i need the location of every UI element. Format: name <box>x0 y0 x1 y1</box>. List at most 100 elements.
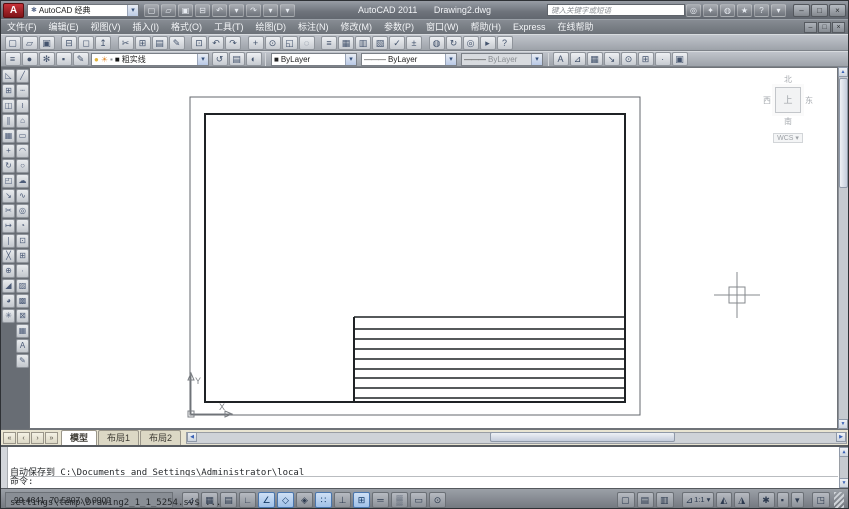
modify-button-copy[interactable]: ⊞ <box>2 84 15 98</box>
viewcube-wcs-menu[interactable]: WCS ▾ <box>773 133 803 143</box>
qat-button-plot[interactable]: ⊟ <box>195 3 210 17</box>
layers-button-layer-isolate[interactable]: ◐ <box>245 52 262 66</box>
linetype-dropdown[interactable]: ——— ByLayer ▾ <box>361 52 457 66</box>
draw-button-circle[interactable]: ○ <box>16 159 29 173</box>
toolbar-button-cut[interactable]: ✂ <box>117 35 134 50</box>
modify-button-explode[interactable]: ✳ <box>2 309 15 323</box>
draw-button-hatch[interactable]: ▨ <box>16 279 29 293</box>
toolbar-button-help[interactable]: ? <box>496 35 513 50</box>
qat-button-save[interactable]: ▣ <box>178 3 193 17</box>
toolbar-button-render[interactable]: ◍ <box>428 35 445 50</box>
viewcube-top-face[interactable]: 上 <box>775 87 801 113</box>
menu-help[interactable]: 帮助(H) <box>465 20 508 35</box>
titlebar-icon-favorites[interactable]: ★ <box>737 3 752 17</box>
toolbar-button-paste[interactable]: ▤ <box>151 35 168 50</box>
qat-button-open[interactable]: ▱ <box>161 3 176 17</box>
menu-insert[interactable]: 插入(I) <box>127 20 166 35</box>
draw-button-gradient[interactable]: ▩ <box>16 294 29 308</box>
styles-button-point-style[interactable]: ∙ <box>654 52 671 66</box>
modify-button-erase[interactable]: ◺ <box>2 69 15 83</box>
command-window-grip[interactable] <box>1 447 8 488</box>
draw-button-add-selected[interactable]: ✎ <box>16 354 29 368</box>
viewcube-west[interactable]: 西 <box>763 95 771 106</box>
titlebar-icon-subscription-center[interactable]: ✦ <box>703 3 718 17</box>
qat-button-redo[interactable]: ↷ <box>246 3 261 17</box>
titlebar-icon-help[interactable]: ? <box>754 3 769 17</box>
workspace-dropdown-arrow-icon[interactable]: ▾ <box>127 4 138 16</box>
modify-button-trim[interactable]: ✂ <box>2 204 15 218</box>
lineweight-dropdown-arrow-icon[interactable]: ▾ <box>531 53 542 65</box>
modify-button-break[interactable]: ╳ <box>2 249 15 263</box>
tab-layout2[interactable]: 布局2 <box>140 430 182 445</box>
qat-button-undo[interactable]: ↶ <box>212 3 227 17</box>
command-scrollbar[interactable]: ▲ ▼ <box>839 447 848 488</box>
menu-file[interactable]: 文件(F) <box>1 20 43 35</box>
modify-button-chamfer[interactable]: ◢ <box>2 279 15 293</box>
modify-button-offset[interactable]: ∥ <box>2 114 15 128</box>
modify-button-array[interactable]: ▦ <box>2 129 15 143</box>
toolbar-button-steering-wheel[interactable]: ◎ <box>462 35 479 50</box>
modify-button-fillet[interactable]: ◕ <box>2 294 15 308</box>
titlebar-icon-communication-center[interactable]: ◍ <box>720 3 735 17</box>
draw-button-polyline[interactable]: ≀ <box>16 99 29 113</box>
menu-dimension[interactable]: 标注(N) <box>292 20 335 35</box>
draw-button-multiline-text[interactable]: A <box>16 339 29 353</box>
modify-button-scale[interactable]: ◰ <box>2 174 15 188</box>
qat-button-redo-menu[interactable]: ▾ <box>263 3 278 17</box>
qat-button-undo-menu[interactable]: ▾ <box>229 3 244 17</box>
tab-nav-button-previous[interactable]: ‹ <box>17 431 30 444</box>
draw-button-spline[interactable]: ∿ <box>16 189 29 203</box>
menu-view[interactable]: 视图(V) <box>85 20 127 35</box>
toolbar-button-show-motion[interactable]: ▸ <box>479 35 496 50</box>
layers-button-layer-previous[interactable]: ↺ <box>211 52 228 66</box>
menu-draw[interactable]: 绘图(D) <box>250 20 293 35</box>
tab-model[interactable]: 模型 <box>61 430 98 445</box>
linetype-dropdown-arrow-icon[interactable]: ▾ <box>445 53 456 65</box>
toolbar-button-sheet-set-manager[interactable]: ▧ <box>372 35 388 50</box>
qat-button-qat-menu[interactable]: ▾ <box>280 3 295 17</box>
vertical-scrollbar[interactable]: ▲ ▼ <box>838 67 848 429</box>
qat-button-new[interactable]: ▢ <box>144 3 159 17</box>
styles-button-group[interactable]: ▣ <box>671 52 688 66</box>
draw-button-insert-block[interactable]: ⊡ <box>16 234 29 248</box>
toolbar-button-quick-calc[interactable]: ± <box>406 35 422 50</box>
draw-button-arc[interactable]: ◠ <box>16 144 29 158</box>
toolbar-button-design-center[interactable]: ▦ <box>338 35 354 50</box>
toolbar-button-undo[interactable]: ↶ <box>208 35 224 50</box>
draw-button-ellipse-arc[interactable]: ◔ <box>16 219 29 233</box>
draw-button-make-block[interactable]: ⊞ <box>16 249 29 263</box>
horizontal-scrollbar[interactable]: ◀ ▶ <box>186 432 847 444</box>
window-button-close[interactable]: × <box>829 3 846 17</box>
toolbar-button-redo[interactable]: ↷ <box>225 35 241 50</box>
draw-button-construction-line[interactable]: ┄ <box>16 84 29 98</box>
layers-button-layer-properties-manager[interactable]: ≡ <box>4 52 21 66</box>
layers-button-layer-lock[interactable]: ▪ <box>55 52 72 66</box>
layer-dropdown-arrow-icon[interactable]: ▾ <box>197 53 208 65</box>
toolbar-button-new[interactable]: ▢ <box>4 35 21 50</box>
modify-button-move[interactable]: + <box>2 144 15 158</box>
menu-modify[interactable]: 修改(M) <box>335 20 379 35</box>
toolbar-button-properties[interactable]: ≡ <box>321 35 337 50</box>
menu-edit[interactable]: 编辑(E) <box>43 20 85 35</box>
styles-button-block-definition[interactable]: ⊞ <box>637 52 654 66</box>
scroll-right-icon[interactable]: ▶ <box>836 432 846 442</box>
draw-button-ellipse[interactable]: ◎ <box>16 204 29 218</box>
styles-button-attribute-editor[interactable]: ⊙ <box>620 52 637 66</box>
viewcube-east[interactable]: 东 <box>805 95 813 106</box>
draw-button-revision-cloud[interactable]: ☁ <box>16 174 29 188</box>
menu-window[interactable]: 窗口(W) <box>420 20 465 35</box>
menu-tools[interactable]: 工具(T) <box>208 20 250 35</box>
draw-button-line[interactable]: ╱ <box>16 69 29 83</box>
color-dropdown-arrow-icon[interactable]: ▾ <box>345 53 356 65</box>
tab-layout1[interactable]: 布局1 <box>98 430 140 445</box>
toolbar-button-plot-preview[interactable]: ◻ <box>78 35 94 50</box>
horizontal-scroll-thumb[interactable] <box>490 432 675 442</box>
toolbar-button-match-properties[interactable]: ✎ <box>168 35 185 50</box>
draw-button-rectangle[interactable]: ▭ <box>16 129 29 143</box>
viewcube-north[interactable]: 北 <box>755 74 821 85</box>
draw-button-point[interactable]: ∙ <box>16 264 29 278</box>
layers-button-make-object-layer-current[interactable]: ✎ <box>72 52 89 66</box>
styles-button-text-style[interactable]: A <box>552 52 569 66</box>
toolbar-button-plot[interactable]: ⊟ <box>61 35 77 50</box>
toolbar-button-orbit[interactable]: ↻ <box>445 35 462 50</box>
